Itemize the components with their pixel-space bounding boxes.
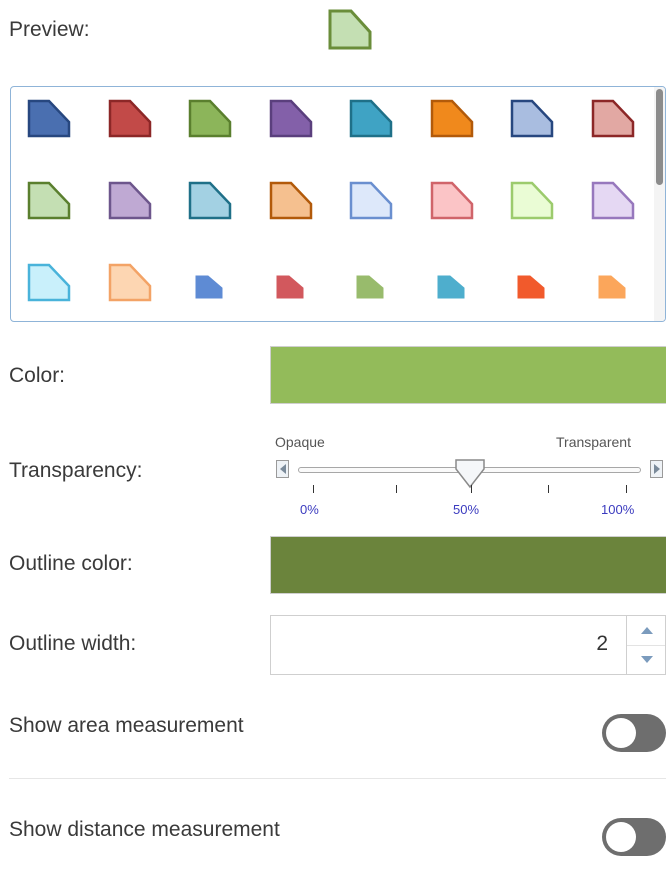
symbol-option[interactable] — [343, 92, 395, 142]
opaque-label: Opaque — [275, 434, 325, 450]
preview-label: Preview: — [9, 18, 90, 41]
symbol-option[interactable] — [263, 92, 315, 142]
outline-width-input[interactable]: 2 — [270, 615, 626, 675]
symbol-option[interactable] — [424, 174, 476, 224]
area-measurement-label: Show area measurement — [9, 714, 244, 737]
gallery-scrollbar-thumb[interactable] — [656, 89, 663, 185]
slider-tick — [471, 485, 472, 493]
color-swatch[interactable] — [270, 346, 666, 404]
toggle-knob — [606, 822, 636, 852]
distance-measurement-toggle[interactable] — [602, 818, 666, 856]
symbol-option[interactable] — [182, 92, 234, 142]
outline-color-label: Outline color: — [9, 552, 133, 575]
symbol-option[interactable] — [343, 256, 395, 306]
symbol-option[interactable] — [424, 92, 476, 142]
slider-increment-button[interactable] — [650, 460, 663, 478]
arrow-left-icon — [280, 464, 286, 474]
transparent-label: Transparent — [556, 434, 631, 450]
slider-tick — [396, 485, 397, 493]
symbol-option[interactable] — [504, 256, 556, 306]
chevron-down-icon — [641, 656, 653, 663]
preview-symbol — [327, 8, 375, 57]
slider-mid-label: 50% — [453, 502, 480, 517]
transparency-label: Transparency: — [9, 459, 143, 482]
symbol-option[interactable] — [102, 174, 154, 224]
area-measurement-toggle[interactable] — [602, 714, 666, 752]
distance-measurement-label: Show distance measurement — [9, 818, 280, 841]
symbol-option[interactable] — [263, 174, 315, 224]
spinner-up-button[interactable] — [627, 616, 665, 646]
divider — [9, 778, 666, 779]
slider-min-label: 0% — [300, 502, 319, 517]
symbol-option[interactable] — [263, 256, 315, 306]
symbol-option[interactable] — [21, 256, 73, 306]
symbol-option[interactable] — [102, 256, 154, 306]
symbol-option[interactable] — [585, 92, 637, 142]
slider-max-label: 100% — [601, 502, 635, 517]
symbol-option[interactable] — [504, 174, 556, 224]
toggle-knob — [606, 718, 636, 748]
outline-color-swatch[interactable] — [270, 536, 666, 594]
symbol-option[interactable] — [424, 256, 476, 306]
gallery-scrollbar[interactable] — [654, 87, 665, 321]
symbol-option[interactable] — [182, 174, 234, 224]
symbol-option[interactable] — [182, 256, 234, 306]
symbol-option[interactable] — [102, 92, 154, 142]
spinner-down-button[interactable] — [627, 645, 665, 674]
outline-width-spinner — [626, 615, 666, 675]
color-label: Color: — [9, 364, 66, 387]
symbol-option[interactable] — [343, 174, 395, 224]
symbol-option[interactable] — [585, 256, 637, 306]
slider-tick — [626, 485, 627, 493]
symbol-option[interactable] — [21, 174, 73, 224]
slider-decrement-button[interactable] — [276, 460, 289, 478]
arrow-right-icon — [654, 464, 660, 474]
symbol-option[interactable] — [21, 92, 73, 142]
transparency-slider-thumb[interactable] — [455, 459, 485, 494]
symbol-gallery[interactable] — [10, 86, 666, 322]
outline-width-label: Outline width: — [9, 632, 137, 655]
outline-width-value: 2 — [596, 632, 608, 655]
symbol-option[interactable] — [585, 174, 637, 224]
slider-tick — [548, 485, 549, 493]
symbol-option[interactable] — [504, 92, 556, 142]
chevron-up-icon — [641, 627, 653, 634]
slider-tick — [313, 485, 314, 493]
